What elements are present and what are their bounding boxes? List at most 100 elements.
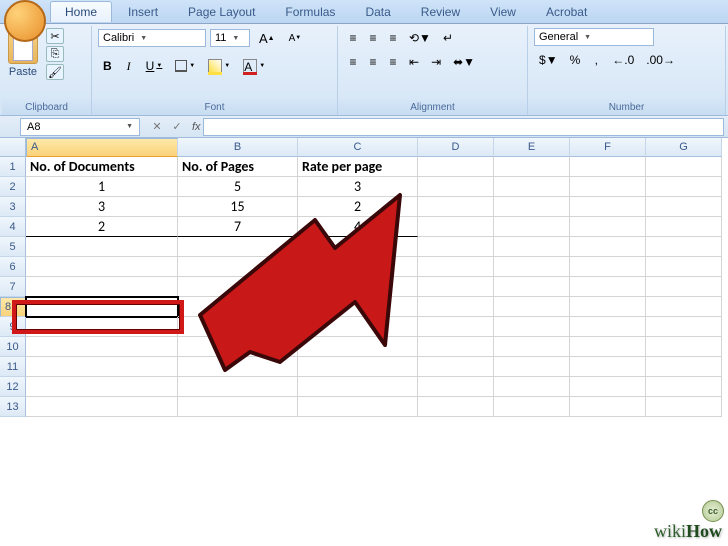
cell-A11[interactable] (26, 357, 178, 377)
fill-color-button[interactable]: ▼ (203, 56, 235, 76)
cell-C9[interactable] (298, 317, 418, 337)
align-left-icon[interactable]: ≡ (344, 52, 362, 72)
cell-G4[interactable] (646, 217, 722, 237)
cell-E6[interactable] (494, 257, 570, 277)
cell-D2[interactable] (418, 177, 494, 197)
cell-A6[interactable] (26, 257, 178, 277)
align-top-icon[interactable]: ≡ (344, 28, 362, 48)
tab-data[interactable]: Data (351, 2, 404, 22)
tab-home[interactable]: Home (50, 1, 112, 22)
row-header[interactable]: 4 (0, 217, 26, 237)
cell-A9[interactable] (26, 317, 178, 337)
column-header[interactable]: G (646, 138, 722, 157)
cell-A5[interactable] (26, 237, 178, 257)
cell-D5[interactable] (418, 237, 494, 257)
cell-D10[interactable] (418, 337, 494, 357)
cell-F9[interactable] (570, 317, 646, 337)
cell-B6[interactable] (178, 257, 298, 277)
tab-view[interactable]: View (476, 2, 530, 22)
cell-E10[interactable] (494, 337, 570, 357)
cell-G13[interactable] (646, 397, 722, 417)
cell-B1[interactable]: No. of Pages (178, 157, 298, 177)
shrink-font-icon[interactable]: A▼ (284, 28, 307, 48)
cell-A10[interactable] (26, 337, 178, 357)
cell-B5[interactable] (178, 237, 298, 257)
percent-button[interactable]: % (565, 50, 586, 70)
cell-G1[interactable] (646, 157, 722, 177)
spreadsheet-grid[interactable]: ABCDEFG1No. of DocumentsNo. of PagesRate… (0, 138, 728, 417)
cell-A3[interactable]: 3 (26, 197, 178, 217)
cancel-formula-icon[interactable]: ✕ (148, 119, 166, 135)
cell-G6[interactable] (646, 257, 722, 277)
enter-formula-icon[interactable]: ✓ (168, 119, 186, 135)
row-header[interactable]: 6 (0, 257, 26, 277)
cell-C2[interactable]: 3 (298, 177, 418, 197)
cell-E4[interactable] (494, 217, 570, 237)
cell-C5[interactable] (298, 237, 418, 257)
cell-B10[interactable] (178, 337, 298, 357)
cell-G8[interactable] (646, 297, 722, 317)
row-header[interactable]: 11 (0, 357, 26, 377)
tab-insert[interactable]: Insert (114, 2, 172, 22)
increase-indent-icon[interactable]: ⇥ (426, 52, 446, 72)
row-header[interactable]: 8 (0, 297, 26, 317)
cell-A13[interactable] (26, 397, 178, 417)
row-header[interactable]: 12 (0, 377, 26, 397)
cell-F11[interactable] (570, 357, 646, 377)
formula-bar[interactable] (203, 118, 724, 136)
cell-E2[interactable] (494, 177, 570, 197)
font-name-select[interactable]: Calibri▼ (98, 29, 206, 47)
cell-G3[interactable] (646, 197, 722, 217)
cell-E5[interactable] (494, 237, 570, 257)
align-center-icon[interactable]: ≡ (364, 52, 382, 72)
underline-button[interactable]: U▼ (141, 56, 168, 76)
cell-F4[interactable] (570, 217, 646, 237)
decrease-decimal-icon[interactable]: .00→ (641, 50, 680, 70)
number-format-select[interactable]: General▼ (534, 28, 654, 46)
cell-A2[interactable]: 1 (26, 177, 178, 197)
cell-B9[interactable] (178, 317, 298, 337)
cell-D13[interactable] (418, 397, 494, 417)
grow-font-icon[interactable]: A▲ (254, 28, 280, 48)
cell-G7[interactable] (646, 277, 722, 297)
decrease-indent-icon[interactable]: ⇤ (404, 52, 424, 72)
row-header[interactable]: 10 (0, 337, 26, 357)
cell-C1[interactable]: Rate per page (298, 157, 418, 177)
align-right-icon[interactable]: ≡ (384, 52, 402, 72)
cell-E3[interactable] (494, 197, 570, 217)
cell-B7[interactable] (178, 277, 298, 297)
tab-formulas[interactable]: Formulas (271, 2, 349, 22)
row-header[interactable]: 2 (0, 177, 26, 197)
cell-D4[interactable] (418, 217, 494, 237)
cell-C11[interactable] (298, 357, 418, 377)
row-header[interactable]: 13 (0, 397, 26, 417)
cell-A8[interactable] (26, 297, 178, 317)
row-header[interactable]: 7 (0, 277, 26, 297)
currency-button[interactable]: $▼ (534, 50, 563, 70)
cell-D11[interactable] (418, 357, 494, 377)
column-header[interactable]: F (570, 138, 646, 157)
cell-E9[interactable] (494, 317, 570, 337)
row-header[interactable]: 9 (0, 317, 26, 337)
cell-D3[interactable] (418, 197, 494, 217)
cell-E11[interactable] (494, 357, 570, 377)
cell-F5[interactable] (570, 237, 646, 257)
cell-F7[interactable] (570, 277, 646, 297)
fx-icon[interactable]: fx (192, 121, 201, 133)
cell-C12[interactable] (298, 377, 418, 397)
format-painter-icon[interactable]: 🖌 (46, 64, 64, 80)
cell-D9[interactable] (418, 317, 494, 337)
cell-G12[interactable] (646, 377, 722, 397)
wrap-text-icon[interactable]: ↵ (438, 28, 458, 48)
merge-center-icon[interactable]: ⬌▼ (448, 52, 480, 72)
cell-C6[interactable] (298, 257, 418, 277)
column-header[interactable]: E (494, 138, 570, 157)
row-header[interactable]: 5 (0, 237, 26, 257)
column-header[interactable]: C (298, 138, 418, 157)
select-all-corner[interactable] (0, 138, 26, 157)
cell-F3[interactable] (570, 197, 646, 217)
cell-B13[interactable] (178, 397, 298, 417)
cell-B11[interactable] (178, 357, 298, 377)
cell-E12[interactable] (494, 377, 570, 397)
cell-C13[interactable] (298, 397, 418, 417)
